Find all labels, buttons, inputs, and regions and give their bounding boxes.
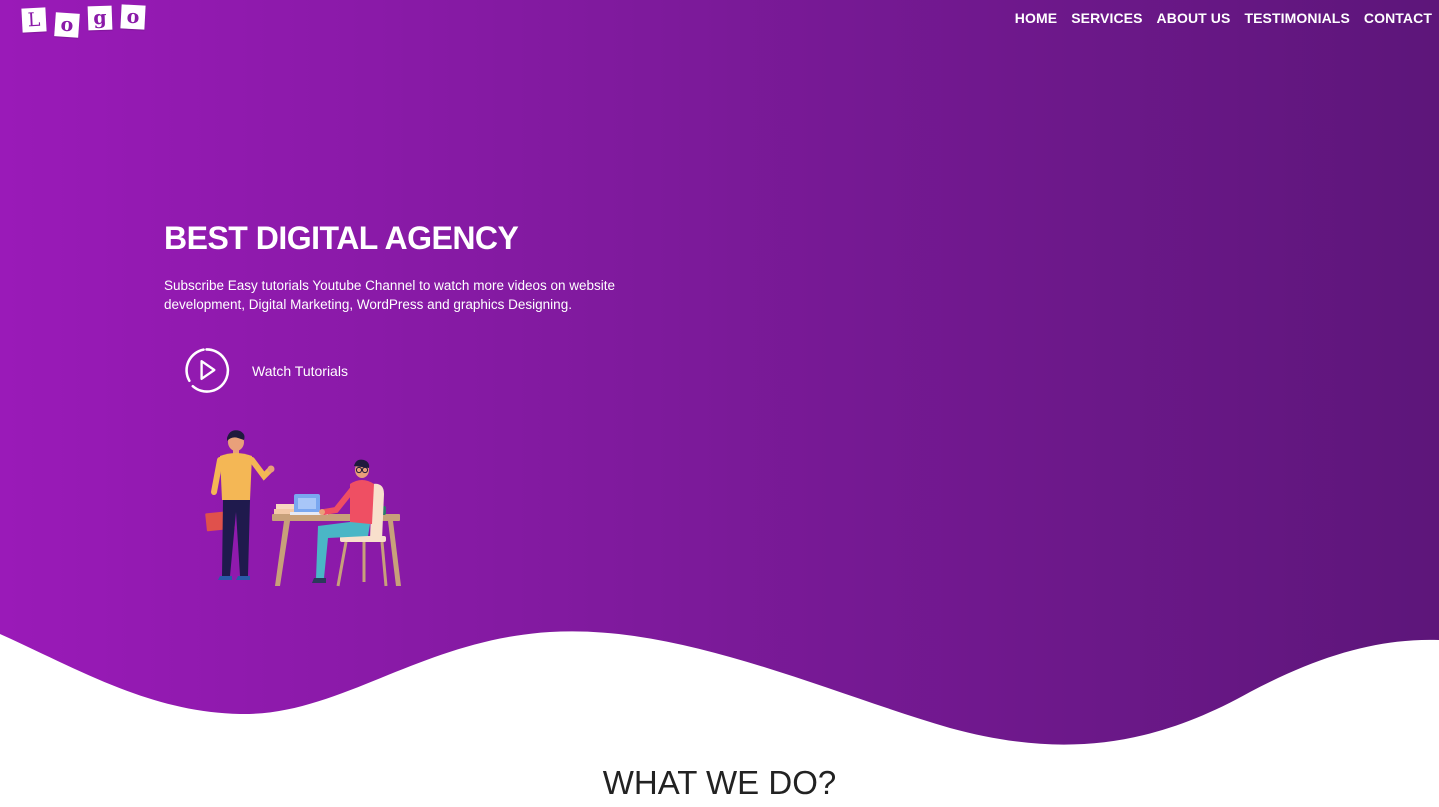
- nav-testimonials[interactable]: TESTIMONIALS: [1244, 10, 1349, 26]
- nav-about-us[interactable]: ABOUT US: [1157, 10, 1231, 26]
- nav-contact[interactable]: CONTACT: [1364, 10, 1432, 26]
- logo-letter: L: [21, 7, 47, 33]
- office-illustration: [205, 430, 401, 587]
- main-nav: HOME SERVICES ABOUT US TESTIMONIALS CONT…: [1001, 10, 1432, 26]
- hero-title: BEST DIGITAL AGENCY: [164, 220, 519, 256]
- page: L o g o HOME SERVICES ABOUT US TESTIMONI…: [0, 0, 1439, 807]
- nav-home[interactable]: HOME: [1015, 10, 1057, 26]
- play-circle-icon[interactable]: [183, 347, 230, 394]
- watch-tutorials-button[interactable]: Watch Tutorials: [183, 347, 348, 394]
- watch-tutorials-label: Watch Tutorials: [252, 362, 348, 379]
- hero-description: Subscribe Easy tutorials Youtube Channel…: [164, 278, 616, 312]
- section-title: WHAT WE DO?: [602, 764, 837, 801]
- logo-letter: o: [120, 4, 146, 30]
- standing-person-figure: [205, 430, 275, 580]
- logo-letter: o: [54, 12, 80, 38]
- logo[interactable]: L o g o: [21, 4, 154, 38]
- logo-letter: g: [87, 5, 113, 31]
- nav-services[interactable]: SERVICES: [1071, 10, 1142, 26]
